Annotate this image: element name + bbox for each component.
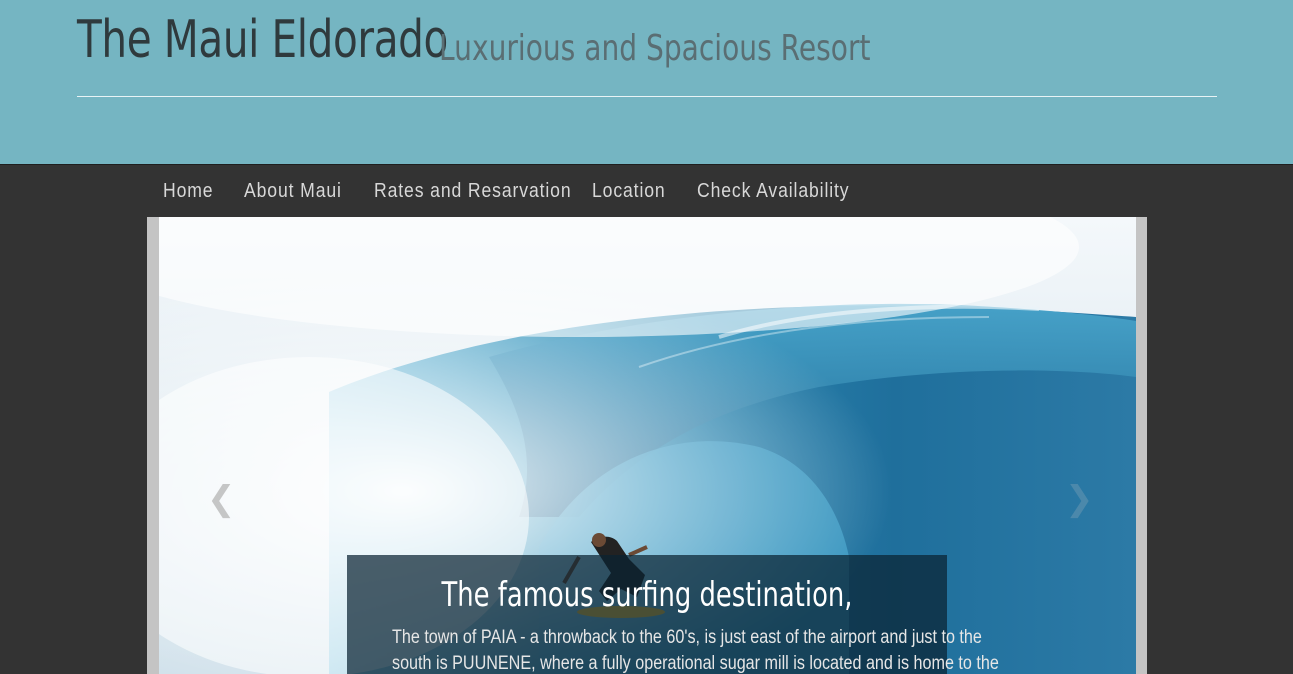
caption-text: The town of PAIA - a throwback to the 60… <box>392 625 999 674</box>
site-tagline: Luxurious and Spacious Resort <box>439 28 871 69</box>
nav-item-about-maui[interactable]: About Maui <box>244 180 342 203</box>
nav-item-check-availability[interactable]: Check Availability <box>697 180 849 203</box>
slide-caption: The famous surfing destination, The town… <box>347 555 999 674</box>
chevron-left-icon[interactable]: ❮ <box>207 479 236 519</box>
caption-line: The town of PAIA - a throwback to the 60… <box>392 627 982 648</box>
nav-item-location[interactable]: Location <box>592 180 666 203</box>
caption-title: The famous surfing destination, <box>441 575 853 615</box>
image-carousel: ❮ ❯ The famous surfing destination, The … <box>147 217 1147 674</box>
site-title[interactable]: The Maui Eldorado <box>77 10 448 70</box>
nav-item-rates[interactable]: Rates and Resarvation <box>374 180 572 203</box>
nav-item-home[interactable]: Home <box>163 180 213 203</box>
header-divider <box>77 96 1217 97</box>
caption-line: south is PUUNENE, where a fully operatio… <box>392 653 999 674</box>
chevron-right-icon[interactable]: ❯ <box>1065 479 1094 519</box>
site-header: The Maui Eldorado Luxurious and Spacious… <box>0 0 1293 165</box>
